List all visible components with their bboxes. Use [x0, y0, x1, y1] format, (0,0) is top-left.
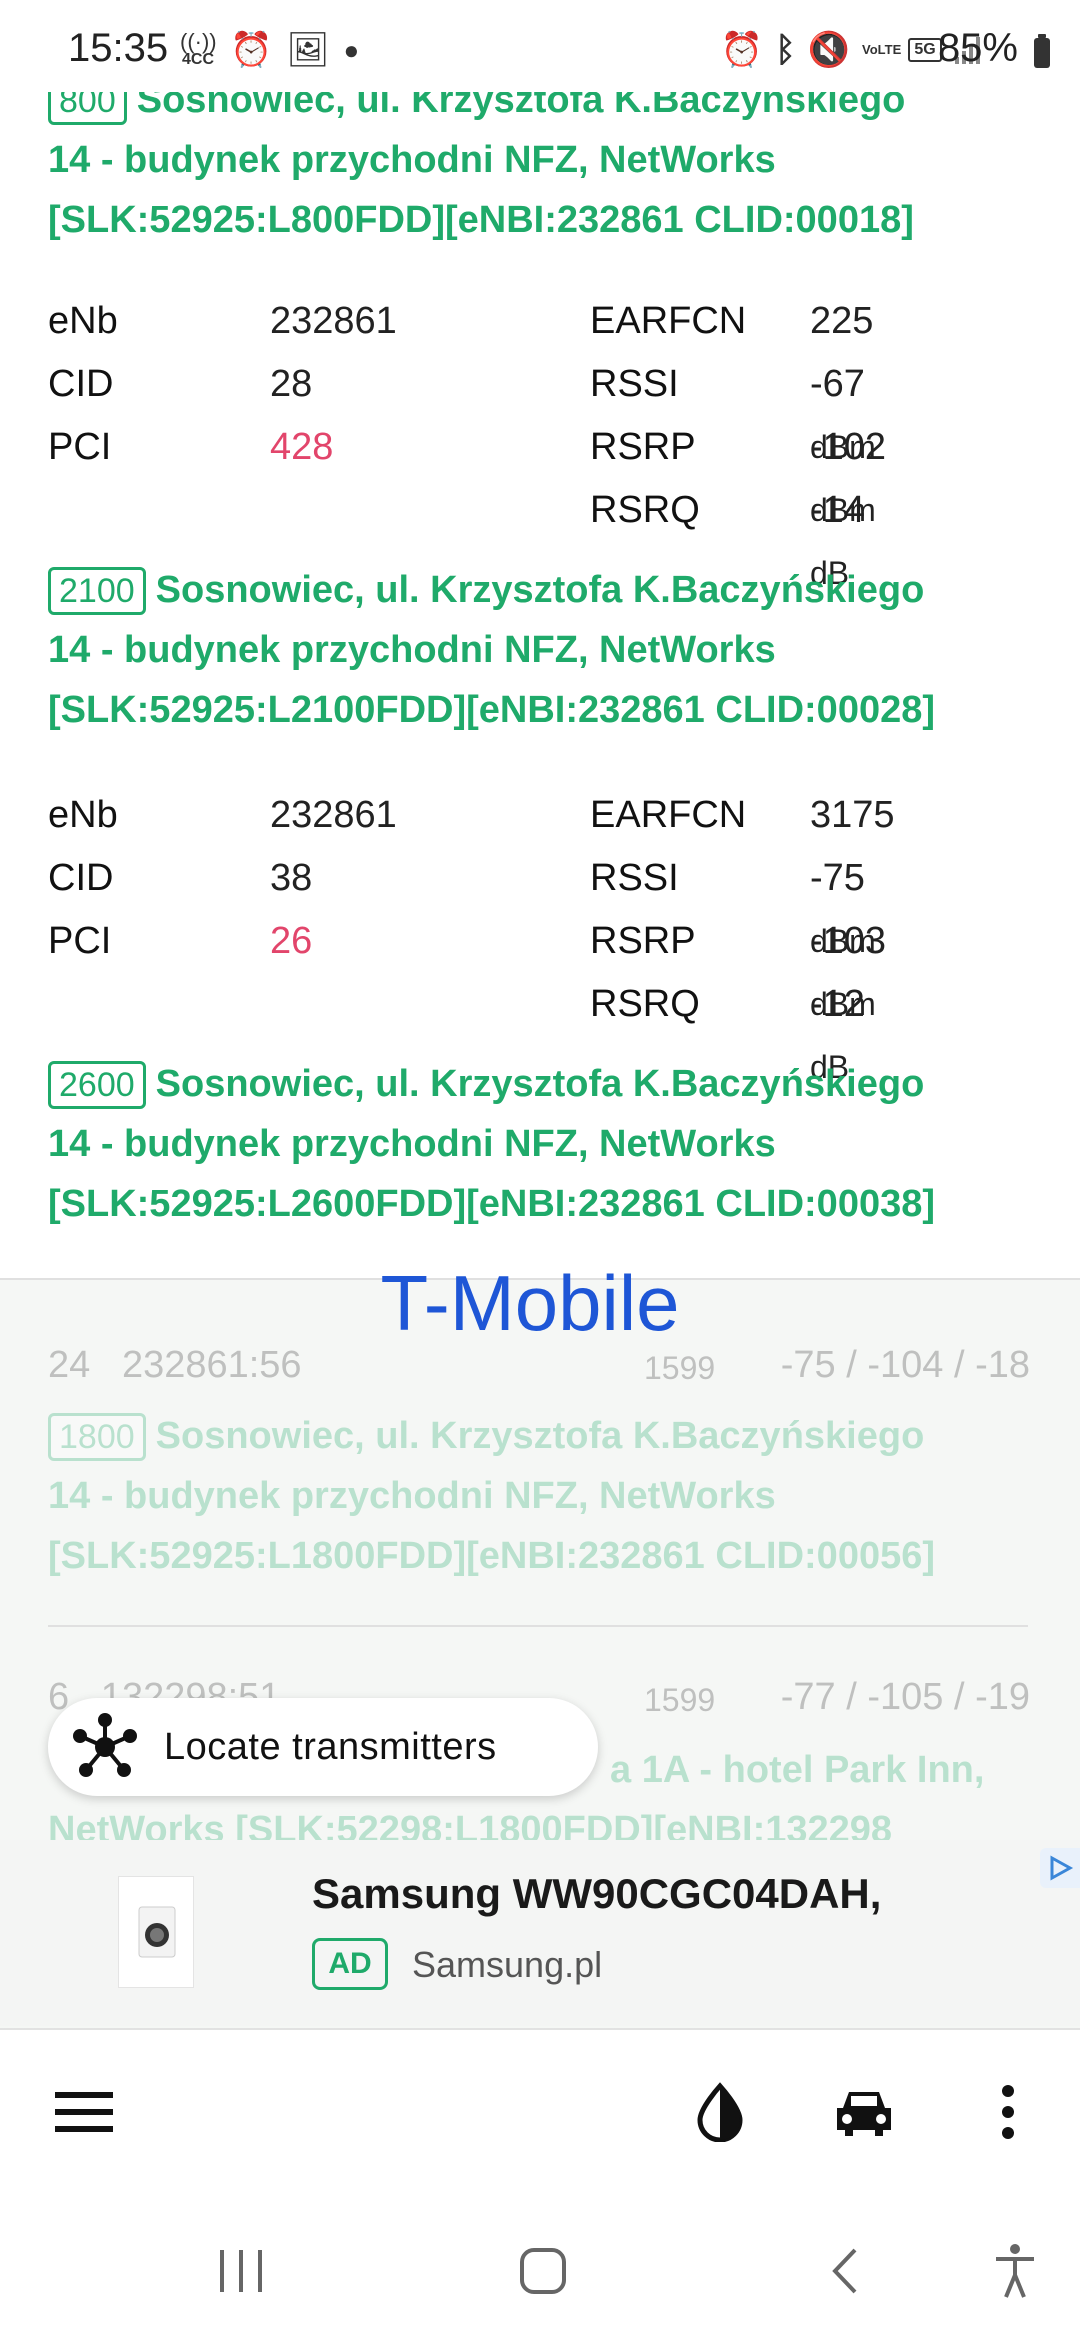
- cid-value: 28: [270, 363, 313, 405]
- menu-icon[interactable]: [44, 2072, 124, 2152]
- accessibility-icon[interactable]: [970, 2226, 1060, 2316]
- cell-site[interactable]: 2100 Sosnowiec, ul. Krzysztofa K.Baczyńsk…: [48, 560, 1048, 740]
- site-address-line2: 14 - budynek przychodni NFZ, NetWorks: [48, 139, 776, 181]
- dot-icon: ●: [343, 35, 360, 65]
- band-badge: 2100: [48, 567, 146, 615]
- band-badge: 2600: [48, 1061, 146, 1109]
- status-bar: 15:35 ((·)) 4CC ⏰ 🖼 ● ⏰ ᛒ 🔇 VoLTE 5G 85%: [0, 0, 1080, 92]
- 5g-icon: 5G: [908, 38, 942, 62]
- image-icon: 🖼: [286, 31, 330, 69]
- pci-value: 26: [270, 920, 313, 962]
- top-cell-site[interactable]: 800 Sosnowiec, ul. Krzysztofa K.Baczyński…: [48, 70, 1048, 250]
- transmitters-icon: [73, 1713, 137, 1777]
- ad-product-image: [118, 1876, 194, 1988]
- ad-banner[interactable]: Samsung WW90CGC04DAH, AD Samsung.pl: [0, 1840, 1080, 2026]
- battery-icon: [1034, 34, 1050, 68]
- ad-choices-icon[interactable]: [1040, 1848, 1080, 1888]
- site-address-line1: Sosnowiec, ul. Krzysztofa K.Baczyńskiego: [155, 569, 925, 611]
- neighbor-site-partial: a 1A - hotel Park Inn,: [610, 1749, 985, 1791]
- site-address-line1: Sosnowiec, ul. Krzysztofa K.Baczyńskiego: [155, 1063, 925, 1105]
- status-time: 15:35: [68, 26, 169, 70]
- operator-name: T-Mobile: [380, 1259, 680, 1347]
- enb-value: 232861: [270, 794, 397, 836]
- divider: [48, 1625, 1028, 1627]
- neighbor-site[interactable]: 1800 Sosnowiec, ul. Krzysztofa K.Baczyńsk…: [48, 1406, 1048, 1586]
- locate-transmitters-button[interactable]: Locate transmitters: [48, 1698, 598, 1796]
- 4cc-icon: ((·)) 4CC: [180, 29, 217, 68]
- car-icon[interactable]: [824, 2072, 904, 2152]
- more-icon[interactable]: [968, 2072, 1048, 2152]
- cell-site[interactable]: 2600 Sosnowiec, ul. Krzysztofa K.Baczyńsk…: [48, 1054, 1048, 1234]
- alarm-icon: ⏰: [230, 31, 273, 69]
- alarm-icon: ⏰: [720, 31, 764, 69]
- cid-value: 38: [270, 857, 313, 899]
- volte-icon: VoLTE: [862, 42, 902, 57]
- recents-icon[interactable]: [196, 2226, 286, 2316]
- status-left-icons: ((·)) 4CC ⏰ 🖼 ●: [180, 30, 359, 70]
- enb-value: 232861: [270, 300, 397, 342]
- neighbor-site-partial: NetWorks [SLK:52298:L1800FDD][eNBI:13229…: [48, 1809, 893, 1840]
- site-identifiers: [SLK:52925:L2600FDD][eNBI:232861 CLID:00…: [48, 1183, 936, 1225]
- bluetooth-icon: ᛒ: [775, 31, 796, 69]
- bottom-toolbar: [0, 2028, 1080, 2198]
- theme-icon[interactable]: [680, 2072, 760, 2152]
- site-identifiers: [SLK:52925:L2100FDD][eNBI:232861 CLID:00…: [48, 689, 936, 731]
- ad-badge: AD: [312, 1938, 388, 1990]
- battery-percent: 85%: [937, 26, 1018, 70]
- neighbor-row[interactable]: 24 232861:56 1599 -75 / -104 / -18: [48, 1344, 1038, 1394]
- back-icon[interactable]: [800, 2226, 890, 2316]
- earfcn-value: 225: [810, 300, 874, 342]
- locate-transmitters-label: Locate transmitters: [164, 1725, 497, 1768]
- system-navbar: [0, 2198, 1080, 2340]
- site-address-line2: 14 - budynek przychodni NFZ, NetWorks: [48, 629, 776, 671]
- mute-icon: 🔇: [807, 31, 850, 69]
- site-identifiers: [SLK:52925:L800FDD][eNBI:232861 CLID:000…: [48, 199, 914, 241]
- pci-value: 428: [270, 426, 334, 468]
- band-badge: 1800: [48, 1413, 146, 1461]
- home-icon[interactable]: [498, 2226, 588, 2316]
- ad-title: Samsung WW90CGC04DAH,: [312, 1870, 882, 1917]
- earfcn-value: 3175: [810, 794, 895, 836]
- ad-source: Samsung.pl: [412, 1944, 603, 1985]
- site-address-line2: 14 - budynek przychodni NFZ, NetWorks: [48, 1123, 776, 1165]
